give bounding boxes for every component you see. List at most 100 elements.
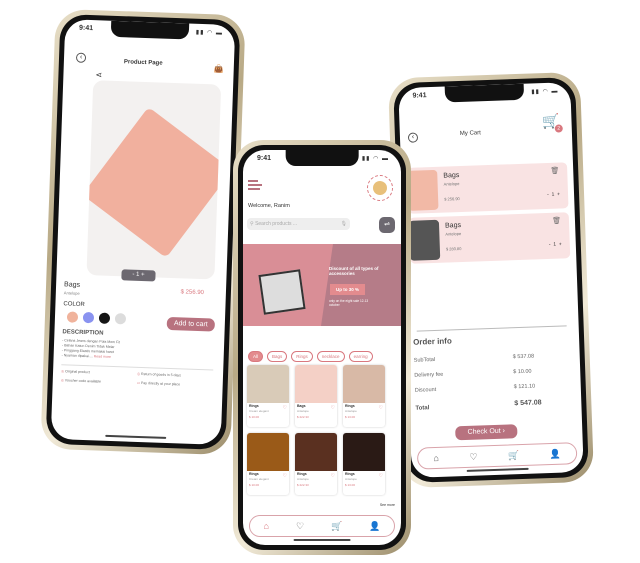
category-chip[interactable]: earring <box>348 351 373 362</box>
category-chip[interactable]: Rings <box>291 351 313 362</box>
category-chip[interactable]: All <box>248 351 264 362</box>
nav-profile-icon[interactable]: 👤 <box>369 521 380 532</box>
back-icon[interactable]: ‹ <box>75 52 87 63</box>
order-info-title: Order info <box>412 336 452 347</box>
nav-cart-icon[interactable]: 🛒 <box>331 521 342 532</box>
cart-item: Bags Antelope $ 280.80 🗑 - 1 + <box>408 212 571 264</box>
nav-heart-icon[interactable]: ♡ <box>469 451 477 462</box>
signal-icons: ▮▮ ◠ ▬ <box>361 156 389 162</box>
product-thumbnail <box>247 365 289 403</box>
features: ◎ Original product ◎ Return of goods in … <box>60 364 214 388</box>
heart-icon[interactable]: ♡ <box>283 473 287 479</box>
product-thumbnail <box>247 433 289 471</box>
heart-icon[interactable]: ♡ <box>283 405 287 411</box>
trash-icon[interactable]: 🗑 <box>552 217 561 225</box>
feature-voucher: ◎ Voucher code available <box>60 378 102 384</box>
order-row-value: $ 10.00 <box>513 368 532 376</box>
back-icon[interactable]: ‹ <box>407 132 419 143</box>
product-image <box>86 80 222 280</box>
search-input[interactable]: ⚲ Search products ... 🎙 <box>247 218 350 230</box>
feature-original: ◎ Original product <box>61 369 90 375</box>
promo-banner[interactable]: Discount of all types of accessories Up … <box>243 244 401 326</box>
cart-item-brand: Antelope <box>443 181 460 187</box>
quantity-stepper[interactable]: - 1 + <box>547 192 560 198</box>
phone-home: 9:41 ▮▮ ◠ ▬ Welcome, Ranim ⚲ Search produ… <box>233 140 411 555</box>
quantity-stepper[interactable]: - 1 + <box>121 269 156 282</box>
product-card[interactable]: Rings Cream elegant $ 10.00 ♡ <box>247 433 289 495</box>
cart-item-price: $ 280.80 <box>445 246 462 252</box>
product-card[interactable]: Rings Antelope $ 222.33 ♡ <box>295 433 337 495</box>
cart-item-brand: Antelope <box>445 231 462 237</box>
category-chip[interactable]: Bags <box>267 351 288 362</box>
page-title: Product Page <box>123 59 163 67</box>
total-label: Total <box>415 405 430 412</box>
mic-icon[interactable]: 🎙 <box>341 218 347 230</box>
category-chip[interactable]: necklace <box>316 351 345 362</box>
quantity-value: 1 <box>135 271 140 278</box>
filter-button[interactable]: ⇌ <box>379 217 395 233</box>
product-price: $ 13.00 <box>345 415 356 419</box>
feature-pay: ▭ Pay directly at your place <box>136 380 181 387</box>
nav-heart-icon[interactable]: ♡ <box>296 521 304 532</box>
product-price: $ 256.90 <box>180 289 205 297</box>
color-label: COLOR <box>63 301 85 309</box>
page-title: My Cart <box>459 130 481 137</box>
product-price: $ 10.00 <box>249 415 260 419</box>
banner-note: only on the eight sale 12-13 october <box>329 299 369 307</box>
product-brand: Antelope <box>63 290 80 296</box>
product-thumbnail <box>343 433 385 471</box>
phone-product-page: 9:41 ▮▮ ◠ ▬ ‹ Product Page 👜 ⋖ - 1 + Bags… <box>40 8 246 456</box>
nav-cart-icon[interactable]: 🛒 <box>508 450 520 461</box>
quantity-stepper[interactable]: - 1 + <box>549 242 562 248</box>
nav-home-icon[interactable]: ⌂ <box>433 453 439 463</box>
cart-icon[interactable]: 👜 <box>214 64 224 73</box>
trash-icon[interactable]: 🗑 <box>550 167 559 175</box>
color-swatch[interactable] <box>114 313 127 325</box>
welcome-text: Welcome, Ranim <box>248 203 290 209</box>
cart-item-name: Bags <box>444 222 462 230</box>
product-card[interactable]: Rings Cream elegant $ 10.00 ♡ <box>247 365 289 427</box>
status-time: 9:41 <box>257 155 272 162</box>
order-row-label: Delivery fee <box>414 371 444 379</box>
description-line: - Nyaman dipakai.... <box>61 353 93 359</box>
cart-item-name: Bags <box>443 172 460 180</box>
color-swatch[interactable] <box>82 311 95 324</box>
product-thumbnail <box>295 365 337 403</box>
product-card[interactable]: Rings Antelope $ 13.00 ♡ <box>343 365 385 427</box>
banner-title: Discount of all types of accessories <box>329 266 379 276</box>
product-card[interactable]: Bags Antelope $ 222.33 ♡ <box>295 365 337 427</box>
description-list: - Celana Jeans dengan Pola Mom Fit - Bah… <box>62 338 120 360</box>
color-swatch[interactable] <box>66 311 79 323</box>
add-to-cart-button[interactable]: Add to cart <box>166 316 216 332</box>
checkout-button[interactable]: Check Out › <box>455 424 518 441</box>
heart-icon[interactable]: ♡ <box>331 473 335 479</box>
product-price: $ 10.00 <box>249 483 260 487</box>
bottom-nav: ⌂ ♡ 🛒 👤 <box>249 515 395 537</box>
heart-icon[interactable]: ♡ <box>379 405 383 411</box>
avatar[interactable] <box>367 175 393 201</box>
status-time: 9:41 <box>78 24 94 33</box>
order-row-label: Discount <box>414 386 437 394</box>
color-swatch[interactable] <box>98 312 111 324</box>
order-row: SubTotal $ 537.08 <box>414 353 554 364</box>
nav-home-icon[interactable]: ⌂ <box>264 521 269 531</box>
signal-icons: ▮▮ ◠ ▬ <box>531 88 559 96</box>
order-row: Discount $ 121.10 <box>415 383 555 394</box>
cart-item-image <box>408 219 441 261</box>
heart-icon[interactable]: ♡ <box>379 473 383 479</box>
banner-badge: Up to 30 % <box>330 284 366 295</box>
nav-profile-icon[interactable]: 👤 <box>549 448 561 459</box>
share-icon[interactable]: ⋖ <box>95 70 102 79</box>
menu-icon[interactable] <box>248 180 262 190</box>
cart-badge: 2 <box>554 124 563 133</box>
signal-icons: ▮▮ ◠ ▬ <box>195 29 224 37</box>
status-time: 9:41 <box>412 92 427 100</box>
search-placeholder: Search products ... <box>255 221 298 227</box>
see-more-link[interactable]: See more <box>380 503 395 507</box>
order-row-value: $ 121.10 <box>513 383 536 391</box>
heart-icon[interactable]: ♡ <box>331 405 335 411</box>
read-more-link[interactable]: Read more <box>94 354 111 359</box>
product-card[interactable]: Rings Antelope $ 13.00 ♡ <box>343 433 385 495</box>
feature-return: ◎ Return of goods in 5 days <box>136 371 182 378</box>
bottom-nav: ⌂ ♡ 🛒 👤 <box>416 442 578 470</box>
